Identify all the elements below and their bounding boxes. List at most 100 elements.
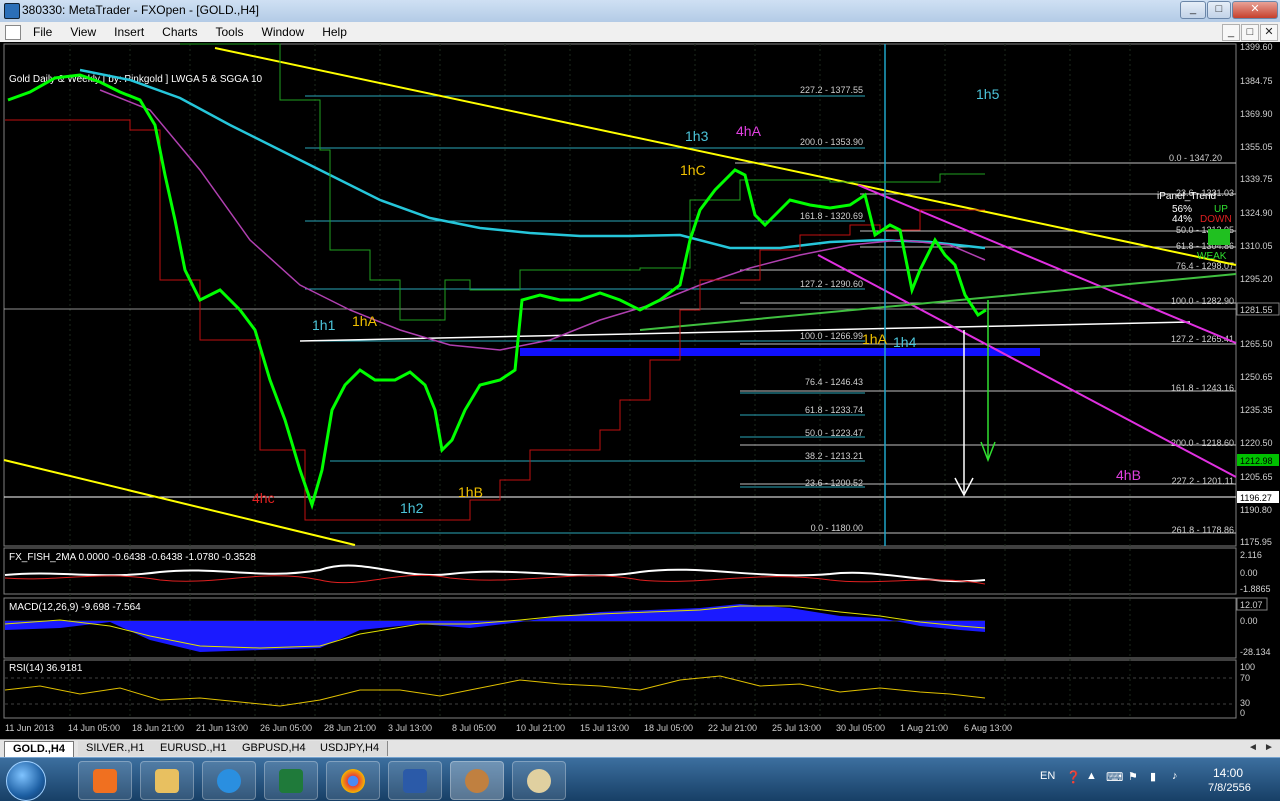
language-indicator[interactable]: EN [1040, 770, 1055, 782]
taskbar-explorer[interactable] [140, 761, 194, 800]
clock-date[interactable]: 7/8/2556 [1208, 782, 1251, 794]
green-trendline[interactable] [639, 273, 1237, 331]
rsi-axis-tick: 0 [1240, 708, 1245, 718]
label-1hA-second: 1hA [862, 331, 888, 347]
current-price-tag: 1281.55 [1240, 305, 1273, 315]
maximize-button[interactable]: □ [1207, 1, 1231, 19]
fish-line-red [4, 574, 986, 585]
rsi-axis-tick: 70 [1240, 673, 1250, 683]
macd-axis: 12.07 0.00 -28.134 [1236, 597, 1271, 657]
fib-right-label: 0.0 - 1347.20 [1169, 153, 1222, 163]
taskbar-metatrader[interactable] [450, 761, 504, 800]
price-tick: 1235.35 [1240, 405, 1273, 415]
tab-gbpusd-h4[interactable]: GBPUSD,H4 [234, 741, 315, 756]
child-minimize-button[interactable]: _ [1222, 24, 1240, 41]
taskbar-excel[interactable] [264, 761, 318, 800]
keyboard-tray-icon[interactable]: ⌨ [1106, 770, 1123, 784]
chart-window-icon [5, 25, 21, 40]
macd-header: MACD(12,26,9) -9.698 -7.564 [9, 602, 141, 613]
network-tray-icon[interactable]: ▮ [1150, 770, 1156, 783]
fib-left-label: 161.8 - 1320.69 [800, 211, 863, 221]
time-tick: 11 Jun 2013 [5, 723, 54, 733]
menu-help[interactable]: Help [313, 25, 356, 39]
macd-axis-tick: 12.07 [1240, 600, 1263, 610]
taskbar-paint[interactable] [512, 761, 566, 800]
taskbar-media-player[interactable] [78, 761, 132, 800]
start-button[interactable] [6, 761, 46, 801]
help-tray-icon[interactable]: ❓ [1066, 770, 1081, 784]
label-1hA: 1hA [352, 313, 378, 329]
fish-axis: 2.116 0.00 -1.8865 [1240, 550, 1271, 594]
volume-tray-icon[interactable]: ♪ [1172, 770, 1178, 782]
time-tick: 15 Jul 13:00 [580, 723, 629, 733]
metatrader-icon [465, 769, 489, 793]
menu-tools[interactable]: Tools [207, 25, 253, 39]
label-1h1: 1h1 [312, 317, 336, 333]
price-tick: 1310.05 [1240, 241, 1273, 251]
time-tick: 6 Aug 13:00 [964, 723, 1012, 733]
time-tick: 18 Jul 05:00 [644, 723, 693, 733]
time-tick: 10 Jul 21:00 [516, 723, 565, 733]
price-tick: 1205.65 [1240, 472, 1273, 482]
yellow-resistance-line[interactable] [214, 47, 1237, 266]
fib-left-label: 61.8 - 1233.74 [805, 405, 863, 415]
price-tick: 1220.50 [1240, 438, 1273, 448]
fib-left-lines [305, 95, 865, 534]
chrome-icon [341, 769, 365, 793]
child-restore-button[interactable]: □ [1241, 24, 1259, 41]
price-tick: 1355.05 [1240, 142, 1273, 152]
taskbar-internet-explorer[interactable] [202, 761, 256, 800]
fib-left-label: 227.2 - 1377.55 [800, 85, 863, 95]
tab-eurusd-h1[interactable]: EURUSD.,H1 [152, 741, 236, 756]
tab-usdjpy-h4[interactable]: USDJPY,H4 [312, 741, 389, 756]
macd-histogram [5, 604, 985, 652]
fib-right-label: 161.8 - 1243.16 [1171, 383, 1234, 393]
tab-gold-h4[interactable]: GOLD.,H4 [4, 741, 74, 757]
menu-file[interactable]: File [24, 25, 61, 39]
chart-window[interactable]: Gold Daily & Weekly [ by: Pinkgold ] LWG… [0, 42, 1280, 739]
paint-icon [527, 769, 551, 793]
label-1h2: 1h2 [400, 500, 424, 516]
fib-left-label: 100.0 - 1266.99 [800, 331, 863, 341]
ipanel-title: iPanel_Trend [1157, 191, 1216, 202]
tab-scroll-right-icon[interactable]: ► [1264, 742, 1274, 753]
ipanel-bar [1208, 229, 1230, 245]
tab-silver-h1[interactable]: SILVER.,H1 [78, 741, 154, 756]
close-button[interactable]: ✕ [1232, 1, 1278, 19]
price-tick: 1339.75 [1240, 174, 1273, 184]
fib-right-label: 100.0 - 1282.90 [1171, 296, 1234, 306]
menu-bar: File View Insert Charts Tools Window Hel… [0, 22, 1280, 43]
ipanel-down-label: DOWN [1200, 214, 1232, 225]
clock-time[interactable]: 14:00 [1213, 766, 1243, 780]
fib-left-label: 50.0 - 1223.47 [805, 428, 863, 438]
fib-left-label: 76.4 - 1246.43 [805, 377, 863, 387]
time-tick: 1 Aug 21:00 [900, 723, 948, 733]
label-4hc: 4hc [252, 490, 275, 506]
magenta-channel-bottom[interactable] [817, 254, 1237, 478]
rsi-axis: 100 70 30 0 [1240, 662, 1255, 718]
folder-icon [155, 769, 179, 793]
chart-tab-bar: GOLD.,H4 SILVER.,H1 EURUSD.,H1 GBPUSD,H4… [0, 739, 1280, 758]
white-price-tag: 1196.27 [1240, 493, 1272, 503]
time-tick: 30 Jul 05:00 [836, 723, 885, 733]
fish-axis-tick: 0.00 [1240, 568, 1258, 578]
taskbar-chrome[interactable] [326, 761, 380, 800]
price-tick: 1265.50 [1240, 339, 1273, 349]
rsi-line [4, 675, 986, 707]
child-close-button[interactable]: ✕ [1260, 24, 1278, 41]
windows-taskbar: EN ❓ ▲ ⌨ ⚑ ▮ ♪ 14:00 7/8/2556 [0, 757, 1280, 801]
menu-insert[interactable]: Insert [105, 25, 153, 39]
tab-scroll-left-icon[interactable]: ◄ [1248, 742, 1258, 753]
price-tick: 1250.65 [1240, 372, 1273, 382]
metatrader-app-icon [4, 3, 20, 19]
menu-view[interactable]: View [61, 25, 105, 39]
menu-window[interactable]: Window [253, 25, 314, 39]
white-trendline[interactable] [299, 321, 1191, 342]
fib-left-label: 38.2 - 1213.21 [805, 451, 863, 461]
taskbar-word[interactable] [388, 761, 442, 800]
flag-tray-icon[interactable]: ⚑ [1128, 770, 1138, 783]
minimize-button[interactable]: _ [1180, 1, 1206, 19]
menu-charts[interactable]: Charts [153, 25, 206, 39]
fib-left-label: 127.2 - 1290.60 [800, 279, 863, 289]
tray-expand-icon[interactable]: ▲ [1086, 770, 1097, 782]
